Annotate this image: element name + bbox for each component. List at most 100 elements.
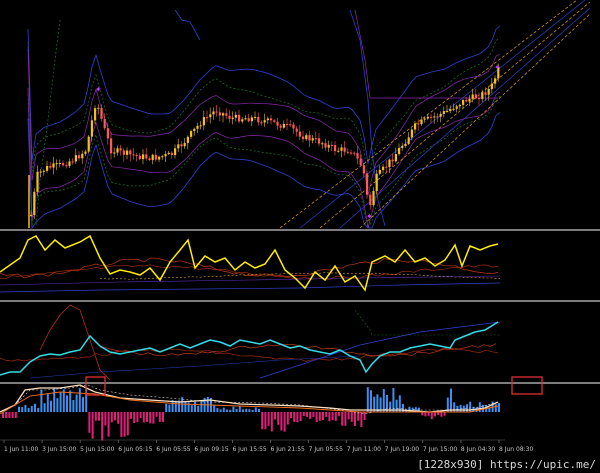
candle-body [340,147,343,151]
candle-body [212,111,215,115]
candle-body [186,136,189,143]
candle-body [247,118,250,122]
histogram-bar [443,412,446,416]
histogram-bar [302,412,305,417]
histogram-bar [229,409,232,412]
candle-body [84,151,87,154]
candle-body [494,78,497,84]
candle-body [343,147,346,152]
candle-body [129,150,132,155]
histogram-bar [366,387,369,412]
candle-body [206,117,209,119]
histogram-bar [382,389,385,412]
candle-body [244,118,247,120]
histogram-bar [216,408,219,412]
candle-body [308,135,311,141]
histogram-bar [296,412,299,423]
candle-body [446,111,449,113]
trading-chart[interactable]: ✦ ✦ ✦ 1 Jun 11:00 3 Jun 15:00 5 Jun 15:00 6… [0,0,600,473]
histogram-bar [440,412,443,417]
candle-body [100,107,103,119]
candle-body [174,148,177,156]
candle-body [71,161,74,163]
histogram-bar [11,412,14,418]
histogram-bar [498,402,500,412]
candle-body [126,150,129,155]
candle-body [36,171,39,192]
candle-body [375,173,378,192]
histogram-bar [437,412,440,416]
candle-body [471,94,474,99]
candle-body [196,125,199,129]
candle-body [225,113,228,116]
candle-body [302,136,305,140]
histogram-bar [280,412,283,431]
candle-body [116,148,119,153]
histogram-bar [459,404,462,412]
candle-body [110,138,113,154]
candle-body [62,163,65,166]
candle-body [215,111,218,113]
histogram-bar [62,389,65,412]
histogram-bar [325,412,328,417]
histogram-bar [306,412,308,417]
histogram-bar [98,412,100,421]
candle-body [78,155,81,159]
histogram-bar [146,412,148,422]
candle-body [257,116,260,123]
candle-body [442,111,445,114]
histogram-bar [312,412,315,418]
histogram-bar [149,412,152,424]
histogram-bar [75,394,78,412]
histogram-bar [110,412,113,423]
candle-body [199,125,202,127]
candle-body [330,144,333,146]
histogram-bar [254,407,257,412]
histogram-bar [34,403,36,412]
histogram-bar [190,405,193,412]
histogram-bar [18,406,20,412]
candle-body [378,169,381,174]
histogram-bar [27,407,30,412]
histogram-bar [194,401,196,412]
candle-body [311,138,314,141]
histogram-bar [258,408,260,412]
candle-body [122,150,125,155]
candle-body [452,108,455,110]
histogram-bar [184,401,187,412]
histogram-bar [328,412,331,422]
histogram-bar [168,404,171,412]
candle-body [209,114,212,118]
histogram-bar [334,412,337,421]
histogram-bar [283,412,286,432]
candle-body [455,106,458,109]
histogram-bar [238,406,241,412]
histogram-bar [50,400,52,412]
histogram-bar [341,412,344,426]
histogram-bar [155,412,158,417]
histogram-bar [88,412,91,433]
candle-body [164,153,167,157]
candle-body [148,158,151,161]
candle-body [327,144,330,148]
histogram-bar [318,412,321,421]
candle-body [401,145,404,149]
candle-body [228,115,231,119]
candle-body [321,143,324,145]
histogram-bar [94,412,97,421]
svg-text:✦: ✦ [494,63,501,72]
candle-body [270,118,273,121]
histogram-bar [478,402,481,412]
candle-body [138,155,141,160]
candle-body [276,121,279,126]
time-axis-label: 7 Jun 19:00 [385,446,419,453]
candle-body [87,136,90,152]
candle-body [449,109,452,112]
candle-body [68,161,71,166]
candle-body [407,137,410,144]
histogram-bar [8,412,11,418]
candle-body [292,124,295,129]
candle-body [481,92,484,99]
candle-body [238,114,241,122]
histogram-bar [46,393,49,412]
